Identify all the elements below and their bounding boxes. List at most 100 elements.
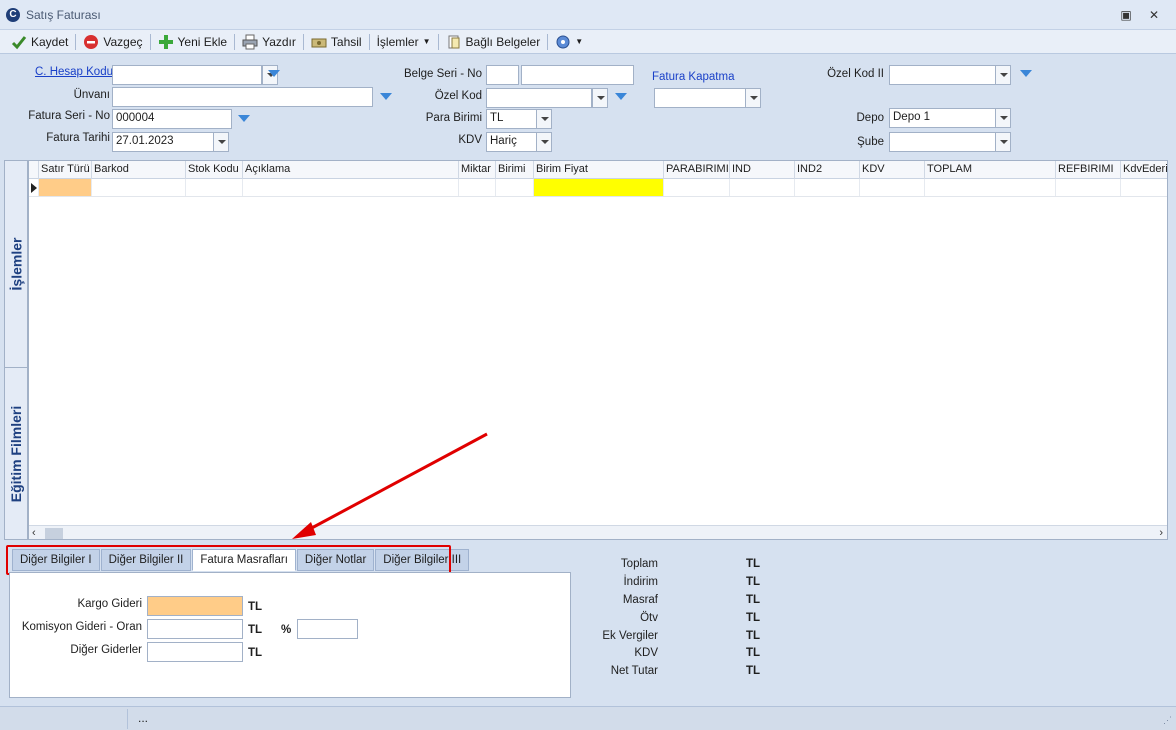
side-tab-operations[interactable]: İşlemler: [5, 161, 27, 368]
doc-serial-input[interactable]: [486, 65, 519, 85]
filter-icon[interactable]: [268, 70, 280, 80]
branch-select[interactable]: [889, 132, 996, 152]
total-row: Masraf TL: [622, 594, 761, 606]
grid-cell[interactable]: [92, 179, 186, 196]
linked-documents-button[interactable]: Bağlı Belgeler: [441, 31, 546, 53]
column-header[interactable]: Birimi: [496, 161, 534, 179]
scroll-left-icon[interactable]: ‹: [32, 526, 36, 539]
grid-cell[interactable]: [459, 179, 496, 196]
invoice-lines-grid: Satır Türü Barkod Stok Kodu Açıklama Mik…: [28, 160, 1168, 540]
filter-icon[interactable]: [238, 115, 250, 125]
other-expenses-label: Diğer Giderler: [70, 644, 142, 656]
resize-grip-icon[interactable]: ⋰: [1163, 715, 1172, 726]
column-header[interactable]: Barkod: [92, 161, 186, 179]
grid-cell[interactable]: [496, 179, 534, 196]
total-row: Ötv TL: [640, 612, 761, 624]
rate-input[interactable]: [297, 619, 358, 639]
invoice-closing-dropdown[interactable]: [745, 88, 761, 108]
scrollbar-thumb[interactable]: [45, 528, 63, 539]
toolbar-separator: [547, 33, 549, 50]
cargo-expense-input[interactable]: [147, 596, 243, 616]
invoice-closing-input[interactable]: [654, 88, 746, 108]
vat-dropdown[interactable]: [536, 132, 552, 152]
column-header[interactable]: TOPLAM: [925, 161, 1056, 179]
special-code2-label: Özel Kod II: [827, 68, 884, 80]
invoice-date-input[interactable]: 27.01.2023: [112, 132, 215, 152]
grid-cell[interactable]: [730, 179, 795, 196]
chevron-down-icon: ▼: [422, 37, 431, 46]
column-header[interactable]: Stok Kodu: [186, 161, 243, 179]
operations-menu-button[interactable]: İşlemler ▼: [372, 31, 436, 53]
grid-cell[interactable]: [186, 179, 243, 196]
warehouse-dropdown[interactable]: [995, 108, 1011, 128]
window-title: Satış Faturası: [26, 8, 101, 22]
special-code2-input[interactable]: [889, 65, 996, 85]
close-icon[interactable]: ✕: [1146, 7, 1162, 23]
status-bar: ... ⋰: [0, 706, 1176, 730]
scroll-right-icon[interactable]: ›: [1159, 526, 1163, 539]
total-row: KDV TL: [634, 647, 761, 659]
account-code-input[interactable]: [112, 65, 262, 85]
doc-no-input[interactable]: [521, 65, 634, 85]
grid-header: Satır Türü Barkod Stok Kodu Açıklama Mik…: [29, 161, 1167, 179]
branch-dropdown[interactable]: [995, 132, 1011, 152]
filter-icon[interactable]: [1020, 70, 1032, 80]
horizontal-scrollbar[interactable]: ‹ ›: [29, 525, 1167, 539]
table-row[interactable]: [29, 179, 1167, 197]
grid-cell-satir-turu[interactable]: [39, 179, 92, 196]
grid-cell[interactable]: [243, 179, 459, 196]
special-code-input[interactable]: [486, 88, 592, 108]
current-row-arrow-icon: [31, 183, 37, 193]
cancel-button[interactable]: Vazgeç: [78, 31, 147, 53]
special-code2-dropdown[interactable]: [995, 65, 1011, 85]
status-text: ...: [138, 711, 149, 725]
grid-cell[interactable]: [1056, 179, 1121, 196]
column-header[interactable]: Miktar: [459, 161, 496, 179]
column-header[interactable]: KDV: [860, 161, 925, 179]
title-input[interactable]: [112, 87, 373, 107]
date-picker-dropdown[interactable]: [213, 132, 229, 152]
highlight-box: [6, 545, 451, 575]
cancel-icon: [83, 34, 99, 50]
grid-cell[interactable]: [925, 179, 1056, 196]
warehouse-select[interactable]: Depo 1: [889, 108, 996, 128]
title-label: Ünvanı: [73, 89, 110, 101]
column-header[interactable]: IND2: [795, 161, 860, 179]
extra-menu-button[interactable]: ▼: [550, 31, 588, 53]
column-header[interactable]: Birim Fiyat: [534, 161, 664, 179]
app-logo-icon: C: [6, 8, 20, 22]
column-header[interactable]: KdvEderiT: [1121, 161, 1167, 179]
documents-icon: [446, 34, 462, 50]
vat-select[interactable]: Hariç: [486, 132, 537, 152]
commission-input[interactable]: [147, 619, 243, 639]
column-header[interactable]: Satır Türü: [39, 161, 92, 179]
column-header[interactable]: REFBIRIMI: [1056, 161, 1121, 179]
invoice-serial-input[interactable]: 000004: [112, 109, 232, 129]
plus-icon: [158, 34, 174, 50]
account-code-label[interactable]: C. Hesap Kodu: [35, 66, 113, 78]
special-code-dropdown[interactable]: [592, 88, 608, 108]
other-expenses-input[interactable]: [147, 642, 243, 662]
invoice-closing-label[interactable]: Fatura Kapatma: [652, 71, 734, 83]
toolbar: Kaydet Vazgeç Yeni Ekle Yazdır Tahsil İş…: [0, 30, 1176, 54]
side-tab-training-videos[interactable]: Eğitim Filmleri: [5, 368, 27, 539]
currency-select[interactable]: TL: [486, 109, 537, 129]
grid-cell[interactable]: [795, 179, 860, 196]
print-button[interactable]: Yazdır: [237, 31, 301, 53]
add-new-button[interactable]: Yeni Ekle: [153, 31, 233, 53]
filter-icon[interactable]: [615, 93, 627, 103]
grid-cell[interactable]: [1121, 179, 1167, 196]
save-button[interactable]: Kaydet: [6, 31, 73, 53]
grid-cell-birim-fiyat[interactable]: [534, 179, 664, 196]
grid-cell[interactable]: [860, 179, 925, 196]
total-row: Toplam TL: [620, 558, 761, 570]
warehouse-label: Depo: [856, 112, 885, 124]
grid-cell[interactable]: [664, 179, 730, 196]
currency-dropdown[interactable]: [536, 109, 552, 129]
restore-icon[interactable]: ▣: [1118, 7, 1134, 23]
collect-button[interactable]: Tahsil: [306, 31, 367, 53]
column-header[interactable]: PARABIRIMI: [664, 161, 730, 179]
toolbar-separator: [234, 33, 236, 50]
column-header[interactable]: Açıklama: [243, 161, 459, 179]
column-header[interactable]: IND: [730, 161, 795, 179]
